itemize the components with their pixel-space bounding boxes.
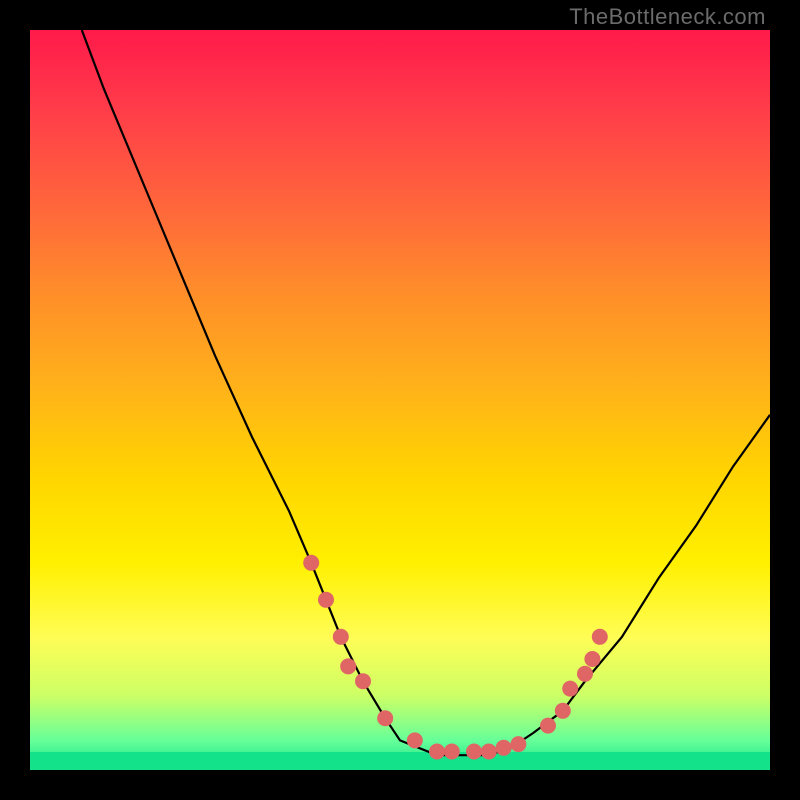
chart-frame	[30, 30, 770, 770]
gradient-background	[30, 30, 770, 770]
optimal-band	[30, 752, 770, 770]
watermark-text: TheBottleneck.com	[569, 4, 766, 30]
